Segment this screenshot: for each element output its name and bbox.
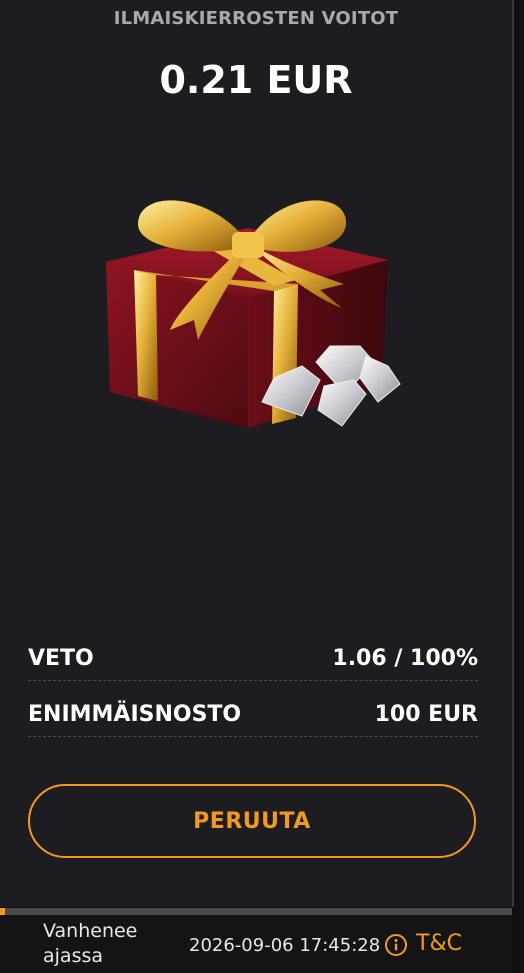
bonus-card: ILMAISKIERROSTEN VOITOT 0.21 EUR VETO 1.… — [0, 0, 514, 907]
terms-link[interactable]: T&C — [416, 931, 462, 956]
right-edge-divider — [514, 0, 524, 973]
expires-date: 2026-09-06 17:45:28 — [189, 935, 381, 956]
wager-row: VETO 1.06 / 100% — [28, 636, 478, 681]
bonus-amount: 0.21 EUR — [159, 58, 353, 102]
expiry-progress-bar — [0, 908, 512, 915]
max-withdraw-label: ENIMMÄISNOSTO — [28, 701, 242, 727]
cancel-button[interactable]: PERUUTA — [28, 784, 476, 858]
wager-value: 1.06 / 100% — [332, 645, 478, 671]
gift-box-with-diamonds-icon — [106, 200, 401, 428]
info-icon[interactable] — [384, 933, 408, 957]
expiry-progress-fill — [0, 908, 6, 915]
bonus-title: ILMAISKIERROSTEN VOITOT — [113, 8, 399, 29]
max-withdraw-row: ENIMMÄISNOSTO 100 EUR — [28, 692, 478, 737]
footer-bar: Vanhenee ajassa 2026-09-06 17:45:28 T&C — [0, 915, 512, 973]
wager-label: VETO — [28, 645, 94, 671]
max-withdraw-value: 100 EUR — [374, 701, 478, 727]
expires-label: Vanhenee ajassa — [43, 920, 138, 967]
